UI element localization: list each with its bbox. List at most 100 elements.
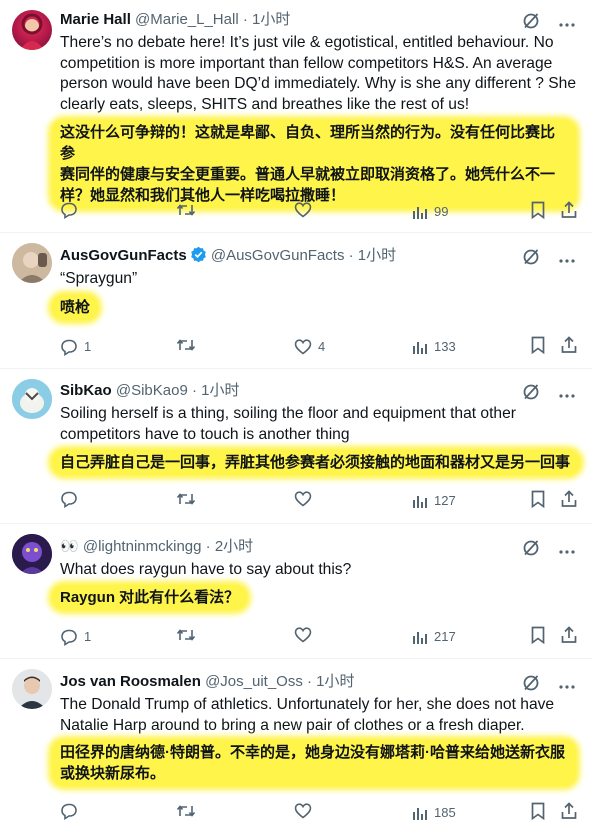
avatar[interactable] — [12, 669, 52, 709]
avatar[interactable] — [12, 379, 52, 419]
tweet[interactable]: AusGovGunFacts @AusGovGunFacts · 1小时 “Sp… — [0, 233, 592, 369]
views-button[interactable]: 217 — [412, 626, 456, 648]
avatar[interactable] — [12, 243, 52, 283]
display-name[interactable]: Marie Hall — [60, 11, 131, 28]
reply-button[interactable] — [60, 201, 84, 219]
views-button[interactable]: 127 — [412, 490, 456, 512]
timestamp[interactable]: · 1小时 — [349, 247, 397, 264]
retweet-button[interactable] — [176, 490, 196, 508]
translation-highlight: 田径界的唐纳德·特朗普。不幸的是，她身边没有娜塔莉·哈普来给她送新衣服 或换块新… — [52, 740, 576, 786]
tweet-text: There’s no debate here! It’s just vile &… — [60, 34, 577, 113]
grok-icon[interactable] — [522, 248, 540, 271]
reply-icon — [61, 491, 77, 508]
bookmark-icon — [531, 626, 545, 644]
translation-line: 赛同伴的健康与安全更重要。普通人早就被立即取消资格了。她凭什么不一 — [60, 166, 556, 183]
more-icon[interactable] — [558, 542, 576, 560]
timestamp[interactable]: · 1小时 — [307, 673, 355, 690]
like-button[interactable]: 4 — [294, 336, 325, 358]
views-icon — [413, 207, 427, 219]
reply-button[interactable] — [60, 802, 84, 820]
like-button[interactable] — [294, 490, 318, 508]
tweet-header: Marie Hall @Marie_L_Hall · 1小时 — [60, 10, 290, 30]
bookmark-button[interactable] — [530, 336, 546, 354]
grok-icon[interactable] — [522, 539, 540, 562]
like-count: 4 — [318, 339, 326, 354]
view-count: 99 — [434, 204, 449, 219]
views-icon — [413, 808, 427, 820]
action-bar: 99 — [60, 201, 580, 223]
views-button[interactable]: 185 — [412, 802, 456, 824]
views-button[interactable]: 133 — [412, 336, 456, 358]
share-button[interactable] — [560, 802, 578, 820]
view-count: 133 — [434, 339, 456, 354]
share-button[interactable] — [560, 336, 578, 354]
translation-highlight: Raygun 对此有什么看法？ — [52, 585, 248, 610]
translation-line: 自己弄脏自己是一回事，弄脏其他参赛者必须接触的地面和器材又是另一回事 — [60, 454, 571, 471]
retweet-icon — [176, 204, 196, 216]
grok-icon[interactable] — [522, 674, 540, 697]
user-handle[interactable]: @Jos_uit_Oss — [205, 673, 303, 690]
reply-button[interactable]: 1 — [60, 336, 91, 358]
translation-line: 喷枪 — [60, 299, 91, 316]
views-icon — [413, 496, 427, 508]
share-icon — [561, 490, 577, 507]
user-handle[interactable]: @lightninmckingg — [83, 538, 202, 555]
reply-icon — [61, 803, 77, 820]
view-count: 185 — [434, 805, 456, 820]
timestamp[interactable]: · 1小时 — [192, 382, 240, 399]
user-handle[interactable]: @SibKao9 — [116, 382, 188, 399]
tweet[interactable]: Marie Hall @Marie_L_Hall · 1小时 There’s n… — [0, 0, 592, 233]
action-bar: 1 4 133 — [60, 336, 580, 358]
grok-icon[interactable] — [522, 383, 540, 406]
tweet[interactable]: 👀 @lightninmckingg · 2小时 What does raygu… — [0, 524, 592, 659]
retweet-button[interactable] — [176, 802, 196, 820]
timestamp[interactable]: · 2小时 — [206, 538, 254, 555]
avatar[interactable] — [12, 10, 52, 50]
share-button[interactable] — [560, 626, 578, 644]
user-handle[interactable]: @Marie_L_Hall — [135, 11, 239, 28]
more-icon[interactable] — [558, 251, 576, 269]
like-button[interactable] — [294, 201, 318, 219]
retweet-button[interactable] — [176, 201, 196, 219]
like-icon — [294, 803, 312, 819]
bookmark-icon — [531, 201, 545, 219]
bookmark-icon — [531, 490, 545, 508]
translation-highlight: 喷枪 — [52, 295, 99, 320]
retweet-button[interactable] — [176, 626, 196, 644]
avatar[interactable] — [12, 534, 52, 574]
retweet-icon — [176, 805, 196, 817]
tweet[interactable]: Jos van Roosmalen @Jos_uit_Oss · 1小时 The… — [0, 659, 592, 827]
display-name[interactable]: AusGovGunFacts — [60, 247, 187, 264]
bookmark-button[interactable] — [530, 626, 546, 644]
tweet[interactable]: SibKao @SibKao9 · 1小时 Soiling herself is… — [0, 369, 592, 524]
reply-button[interactable]: 1 — [60, 626, 91, 648]
retweet-button[interactable] — [176, 336, 196, 354]
timestamp[interactable]: · 1小时 — [243, 11, 291, 28]
more-icon[interactable] — [558, 15, 576, 33]
display-name[interactable]: 👀 — [60, 538, 79, 555]
more-icon[interactable] — [558, 386, 576, 404]
retweet-icon — [176, 493, 196, 505]
translation-highlight: 自己弄脏自己是一回事，弄脏其他参赛者必须接触的地面和器材又是另一回事 — [52, 450, 580, 475]
bookmark-icon — [531, 336, 545, 354]
display-name[interactable]: Jos van Roosmalen — [60, 673, 201, 690]
bookmark-button[interactable] — [530, 201, 546, 219]
bookmark-button[interactable] — [530, 802, 546, 820]
like-button[interactable] — [294, 626, 318, 644]
share-button[interactable] — [560, 201, 578, 219]
views-button[interactable]: 99 — [412, 201, 448, 223]
views-icon — [413, 632, 427, 644]
like-button[interactable] — [294, 802, 318, 820]
like-icon — [294, 202, 312, 218]
user-handle[interactable]: @AusGovGunFacts — [211, 247, 345, 264]
tweet-header: Jos van Roosmalen @Jos_uit_Oss · 1小时 — [60, 672, 355, 692]
reply-button[interactable] — [60, 490, 84, 508]
tweet-text: “Spraygun” — [60, 270, 138, 287]
tweet-text: What does raygun have to say about this? — [60, 561, 352, 578]
more-icon[interactable] — [558, 677, 576, 695]
bookmark-button[interactable] — [530, 490, 546, 508]
display-name[interactable]: SibKao — [60, 382, 112, 399]
share-icon — [561, 802, 577, 819]
share-button[interactable] — [560, 490, 578, 508]
grok-icon[interactable] — [522, 12, 540, 35]
